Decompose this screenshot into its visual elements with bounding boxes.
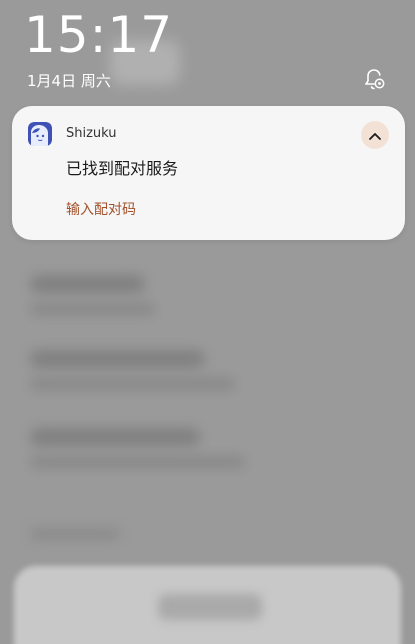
lockscreen-date: 1月4日 周六 <box>27 72 111 90</box>
notification-settings-icon[interactable] <box>360 65 388 93</box>
lockscreen-clock: 15:17 <box>24 6 174 64</box>
collapse-notification-button[interactable] <box>361 121 389 149</box>
chevron-up-icon <box>368 126 382 145</box>
enter-pairing-code-button[interactable]: 输入配对码 <box>66 201 136 219</box>
shizuku-app-icon <box>28 122 52 146</box>
background-app-blurred <box>0 0 415 644</box>
notification-title: 已找到配对服务 <box>66 159 179 178</box>
notification-app-name: Shizuku <box>66 126 117 141</box>
notification-card[interactable]: Shizuku 已找到配对服务 输入配对码 <box>12 106 405 240</box>
background-button <box>158 594 262 620</box>
